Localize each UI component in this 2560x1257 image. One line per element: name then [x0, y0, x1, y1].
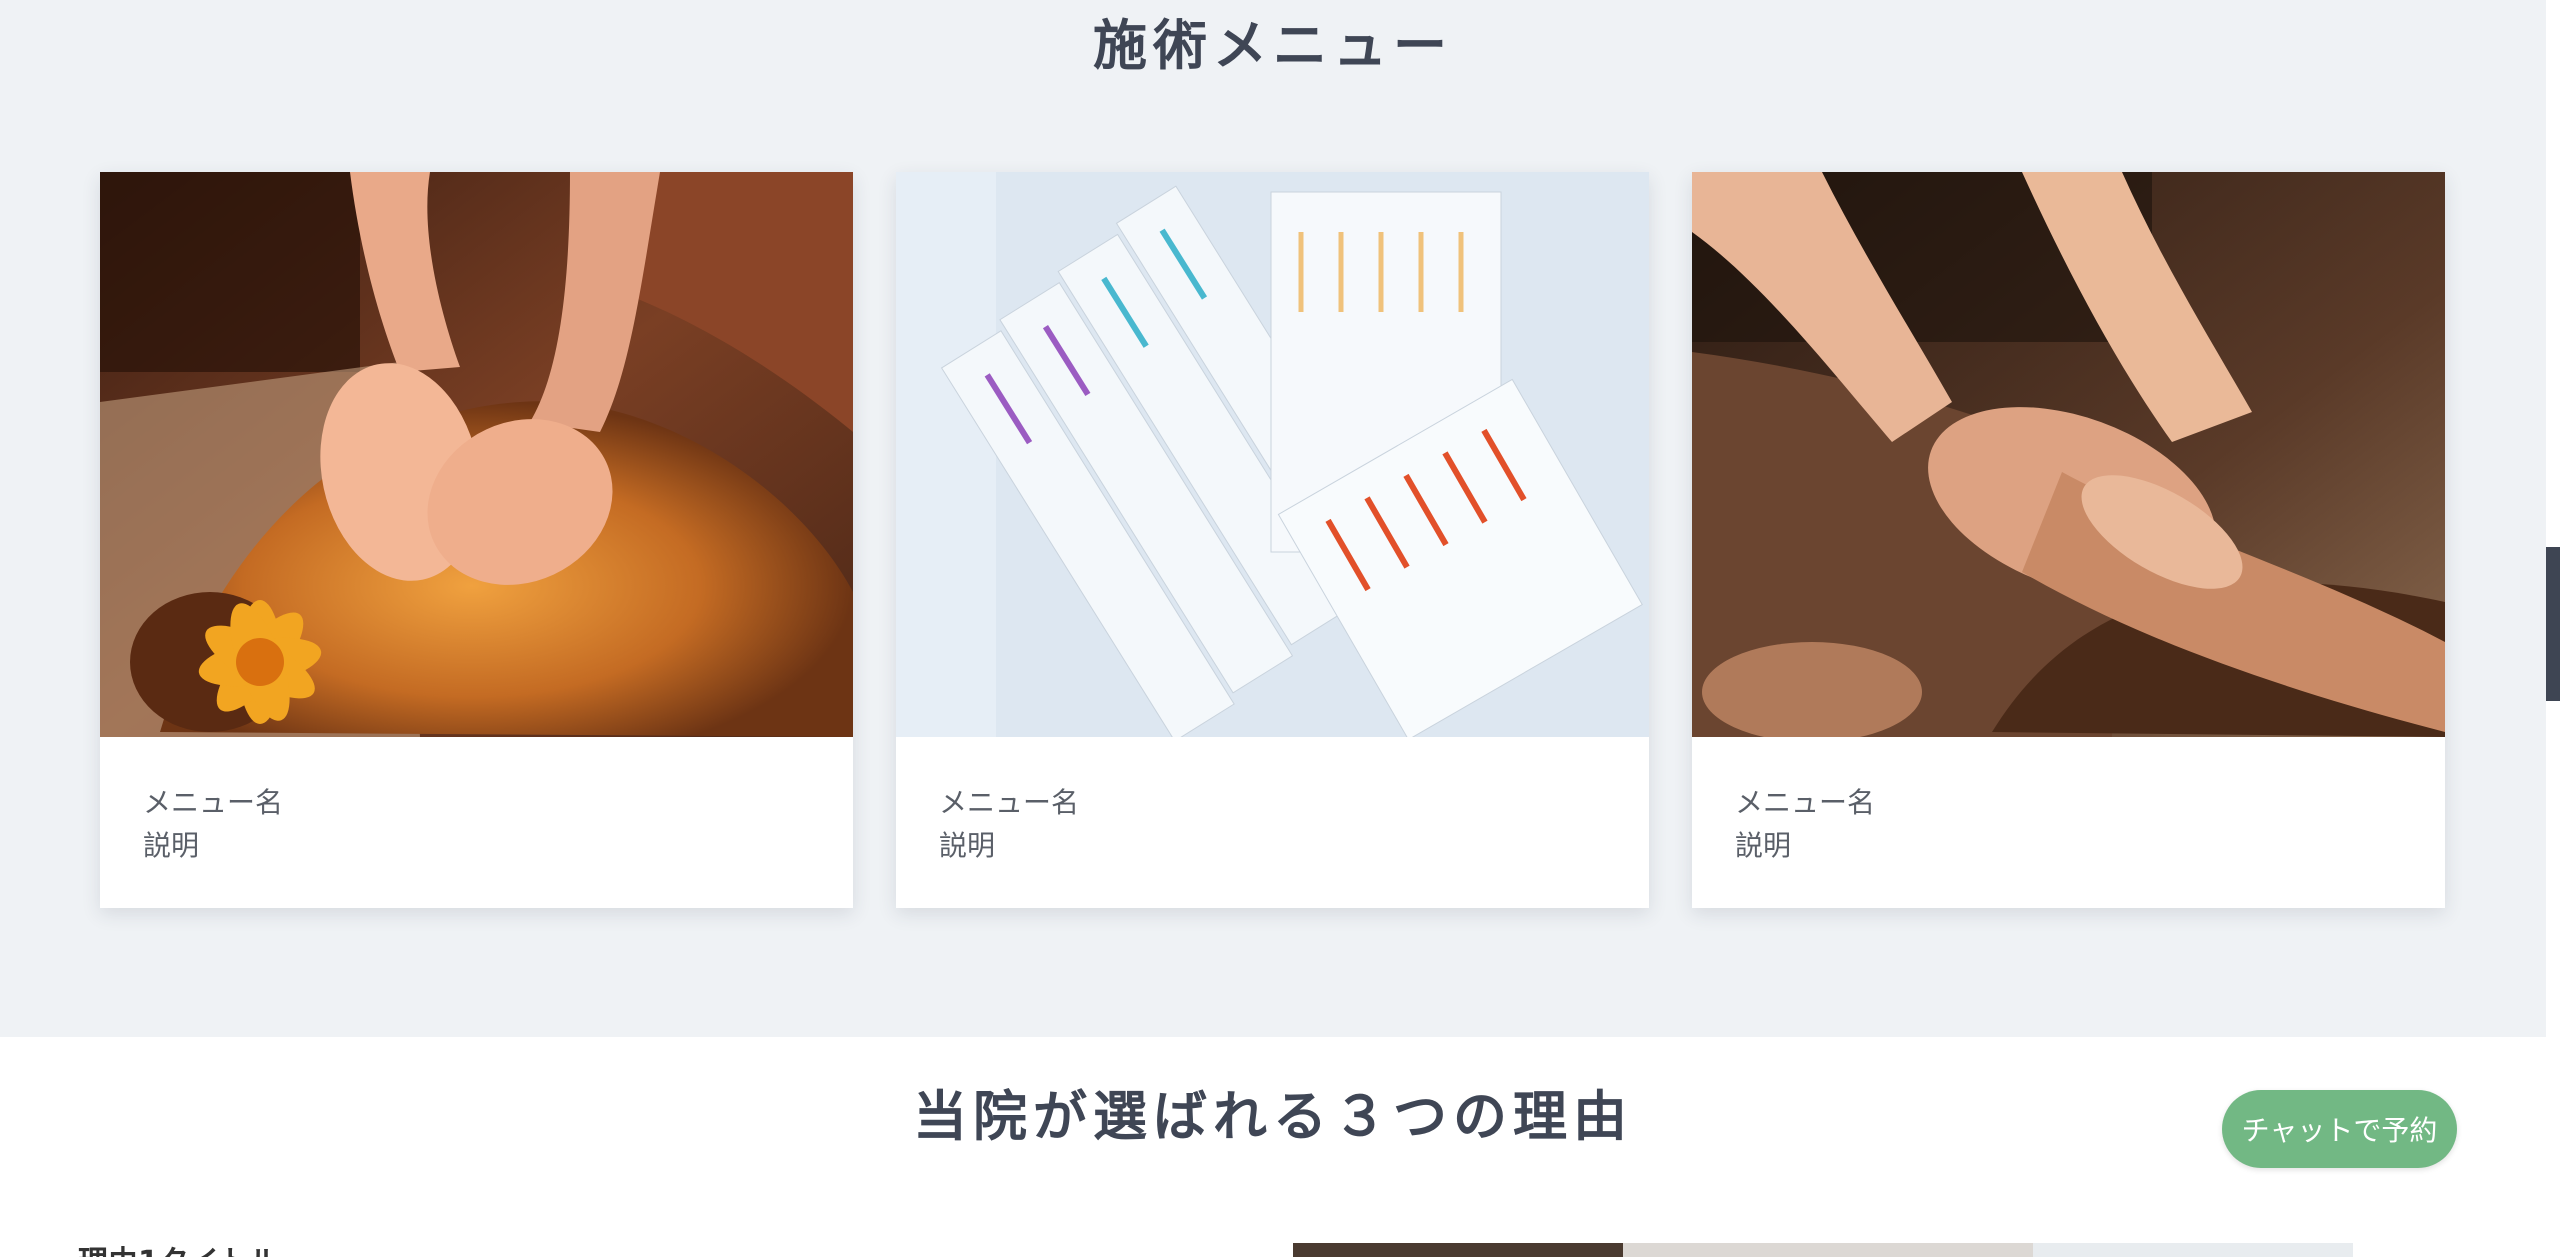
reason-photo: [1293, 1243, 2353, 1257]
menu-card[interactable]: メニュー名 説明: [100, 172, 853, 908]
acupuncture-needles-photo: [896, 172, 1649, 737]
reason-heading: 理由1タイトル: [78, 1243, 279, 1257]
reasons-section-title: 当院が選ばれる３つの理由: [913, 1085, 1633, 1148]
menu-card-name: メニュー名: [1735, 786, 1876, 819]
menu-section-title: 施術メニュー: [1093, 14, 1453, 77]
menu-card-description: 説明: [939, 829, 996, 862]
menu-card[interactable]: メニュー名 説明: [1692, 172, 2445, 908]
scrollbar-thumb[interactable]: [2546, 547, 2560, 701]
menu-card-name: メニュー名: [143, 786, 284, 819]
menu-card[interactable]: メニュー名 説明: [896, 172, 1649, 908]
back-massage-photo: [100, 172, 853, 737]
menu-card-description: 説明: [143, 829, 200, 862]
menu-card-description: 説明: [1735, 829, 1792, 862]
hand-massage-photo: [1692, 172, 2445, 737]
chat-reserve-button[interactable]: チャットで予約: [2222, 1090, 2457, 1168]
menu-card-name: メニュー名: [939, 786, 1080, 819]
